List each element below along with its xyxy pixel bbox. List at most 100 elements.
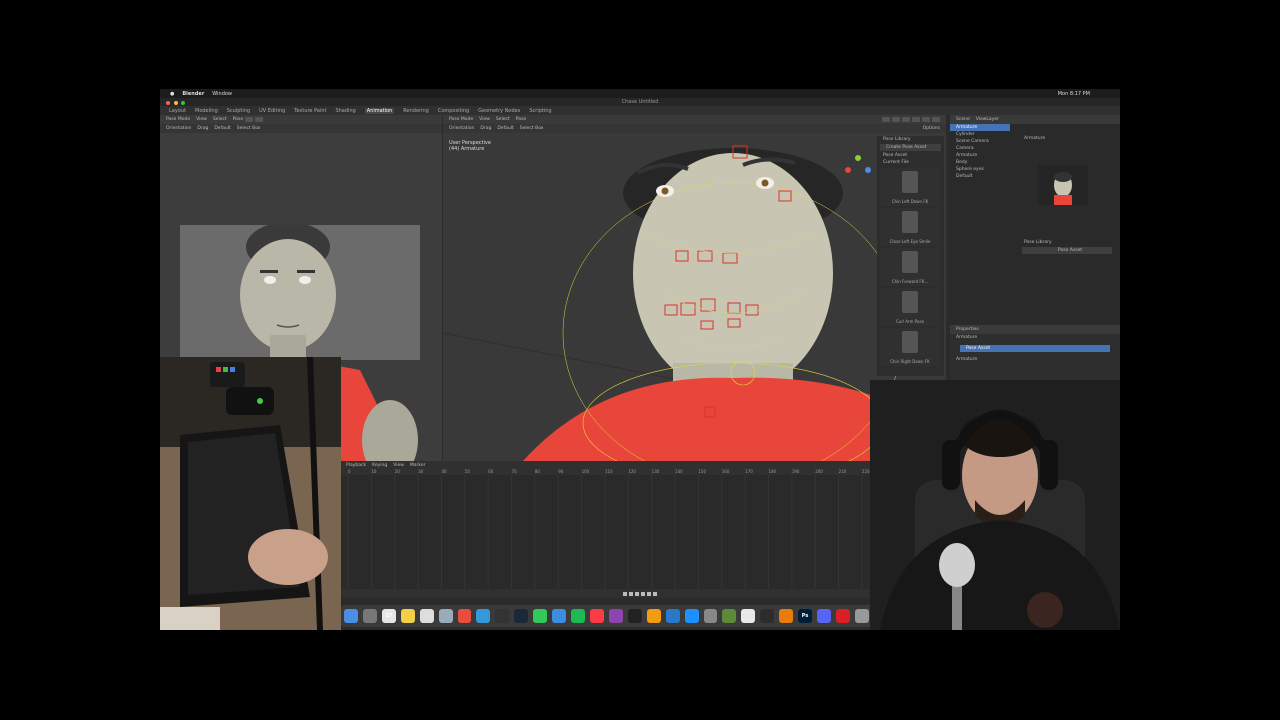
menubar-window[interactable]: Window	[212, 91, 232, 97]
pose-asset-item[interactable]: Chin Forward FK...	[880, 248, 940, 286]
photos-icon[interactable]	[741, 609, 756, 623]
pose-asset-item[interactable]: Chin Left Down FK	[880, 168, 940, 206]
center-solid-button[interactable]	[912, 117, 920, 122]
center-pose-menu[interactable]: Pose	[516, 117, 526, 122]
safari-icon[interactable]	[476, 609, 491, 623]
workspace-tab[interactable]: Compositing	[438, 108, 469, 114]
center-view-menu[interactable]: View	[479, 117, 490, 122]
minecraft-icon[interactable]	[722, 609, 737, 623]
center-select-menu[interactable]: Select	[496, 117, 510, 122]
terminal-icon[interactable]	[627, 609, 642, 623]
properties-search[interactable]: Properties	[956, 327, 979, 332]
calendar-icon[interactable]: 17	[381, 609, 396, 623]
textedit-icon[interactable]	[419, 609, 434, 623]
discord-icon[interactable]	[817, 609, 831, 623]
left-view-menu[interactable]: View	[196, 117, 207, 122]
left-overlay-button[interactable]	[255, 117, 264, 122]
center-rendered-button[interactable]	[932, 117, 940, 122]
launchpad-icon[interactable]	[362, 609, 377, 623]
pose-library-header[interactable]: Pose Library	[877, 136, 944, 143]
left-select-menu[interactable]: Select	[213, 117, 227, 122]
left-mode-dropdown[interactable]: Pose Mode	[166, 117, 190, 122]
workspace-tab[interactable]: Rendering	[403, 108, 429, 114]
finder-icon[interactable]	[344, 609, 358, 623]
photoshop-icon[interactable]: Ps	[798, 609, 813, 623]
properties-row[interactable]: Armature	[950, 356, 1120, 363]
left-drag-dropdown[interactable]: Default	[214, 126, 230, 131]
navigation-gizmo[interactable]	[843, 155, 873, 195]
center-drag-dropdown[interactable]: Default	[497, 126, 513, 131]
blender-icon[interactable]	[779, 609, 794, 623]
pose-library-action-button[interactable]: Pose Asset	[1022, 247, 1112, 254]
left-pose-menu[interactable]: Pose	[233, 117, 243, 122]
timeline-playback-menu[interactable]: Playback	[346, 463, 366, 468]
appstore-icon[interactable]	[684, 609, 699, 623]
left-orientation-dropdown[interactable]: Orientation	[166, 126, 191, 131]
workspace-tab[interactable]: Sculpting	[227, 108, 250, 114]
podcasts-icon[interactable]	[608, 609, 623, 623]
create-pose-asset-button[interactable]: Create Pose Asset	[880, 144, 941, 151]
pose-library-field[interactable]: Pose Library	[1018, 239, 1116, 246]
pose-asset-item[interactable]: Curl Arm Pose	[880, 288, 940, 326]
gizmo-x-icon[interactable]	[845, 167, 851, 173]
notes-icon[interactable]	[400, 609, 415, 623]
outliner-scene[interactable]: Scene	[956, 117, 970, 122]
center-mode-dropdown[interactable]: Pose Mode	[449, 117, 473, 122]
spotify-icon[interactable]	[571, 609, 585, 623]
center-overlay-button[interactable]	[892, 117, 900, 122]
next-key-icon[interactable]	[647, 591, 651, 596]
pose-filter-dropdown[interactable]: Current File	[877, 159, 944, 166]
workspace-tab[interactable]: Animation	[364, 107, 395, 114]
timeline-marker-menu[interactable]: Marker	[410, 463, 426, 468]
outliner-item[interactable]: Camera	[950, 145, 1010, 152]
workspace-tab[interactable]: Scripting	[529, 108, 551, 114]
workspace-tab[interactable]: Geometry Nodes	[478, 108, 520, 114]
outliner-view-layer[interactable]: ViewLayer	[976, 117, 999, 122]
outliner-item[interactable]: Armature	[950, 152, 1010, 159]
jump-end-icon[interactable]	[653, 591, 657, 596]
properties-object-name[interactable]: Armature	[950, 334, 1120, 341]
center-xray-button[interactable]	[902, 117, 910, 122]
gizmo-y-icon[interactable]	[855, 155, 861, 161]
center-snap-dropdown[interactable]: Select Box	[520, 126, 544, 131]
left-snap-dropdown[interactable]: Select Box	[237, 126, 261, 131]
center-options-dropdown[interactable]: Options	[923, 126, 940, 131]
outliner-item[interactable]: Sphere eyes	[950, 166, 1010, 173]
timeline-keying-menu[interactable]: Keying	[372, 463, 387, 468]
pose-asset-item[interactable]: Chin Right Down FK	[880, 328, 940, 366]
mail-icon[interactable]	[552, 609, 567, 623]
prev-key-icon[interactable]	[629, 591, 633, 596]
play-reverse-icon[interactable]	[635, 591, 639, 596]
pose-asset-item[interactable]: Close Left Eye Smile	[880, 208, 940, 246]
chrome-icon[interactable]	[457, 609, 472, 623]
workspace-tab[interactable]: Shading	[335, 108, 355, 114]
jump-start-icon[interactable]	[623, 591, 627, 596]
outliner-item[interactable]: Scene Camera	[950, 138, 1010, 145]
xcode-icon[interactable]	[665, 609, 680, 623]
creative-cloud-icon[interactable]	[835, 609, 850, 623]
trash-icon[interactable]	[854, 609, 869, 623]
messages-icon[interactable]	[533, 609, 548, 623]
zoom-window-button[interactable]	[181, 101, 186, 105]
play-icon[interactable]	[641, 591, 645, 596]
properties-selected-row[interactable]: Pose Asset	[960, 345, 1110, 352]
properties-panel-title[interactable]: Armature	[1018, 135, 1116, 142]
music-icon[interactable]	[589, 609, 604, 623]
center-material-button[interactable]	[922, 117, 930, 122]
center-gizmo-button[interactable]	[882, 117, 890, 122]
gizmo-z-icon[interactable]	[865, 167, 871, 173]
center-orientation-dropdown[interactable]: Orientation	[449, 126, 474, 131]
outliner-item[interactable]: Cylinder	[950, 131, 1010, 138]
obs-icon[interactable]	[495, 609, 510, 623]
minimize-window-button[interactable]	[173, 101, 178, 105]
apple-icon[interactable]: ●	[170, 91, 174, 97]
preview-icon[interactable]	[438, 609, 453, 623]
workspace-tab[interactable]: Texture Paint	[294, 108, 326, 114]
close-window-button[interactable]	[166, 101, 170, 105]
outliner-item[interactable]: Default	[950, 173, 1010, 180]
quicktime-icon[interactable]	[760, 609, 775, 623]
menubar-clock[interactable]: Mon 8:17 PM	[1058, 91, 1090, 97]
left-shading-button[interactable]	[245, 117, 254, 122]
steam-icon[interactable]	[514, 609, 529, 623]
outliner-item[interactable]: Armature	[950, 124, 1010, 131]
